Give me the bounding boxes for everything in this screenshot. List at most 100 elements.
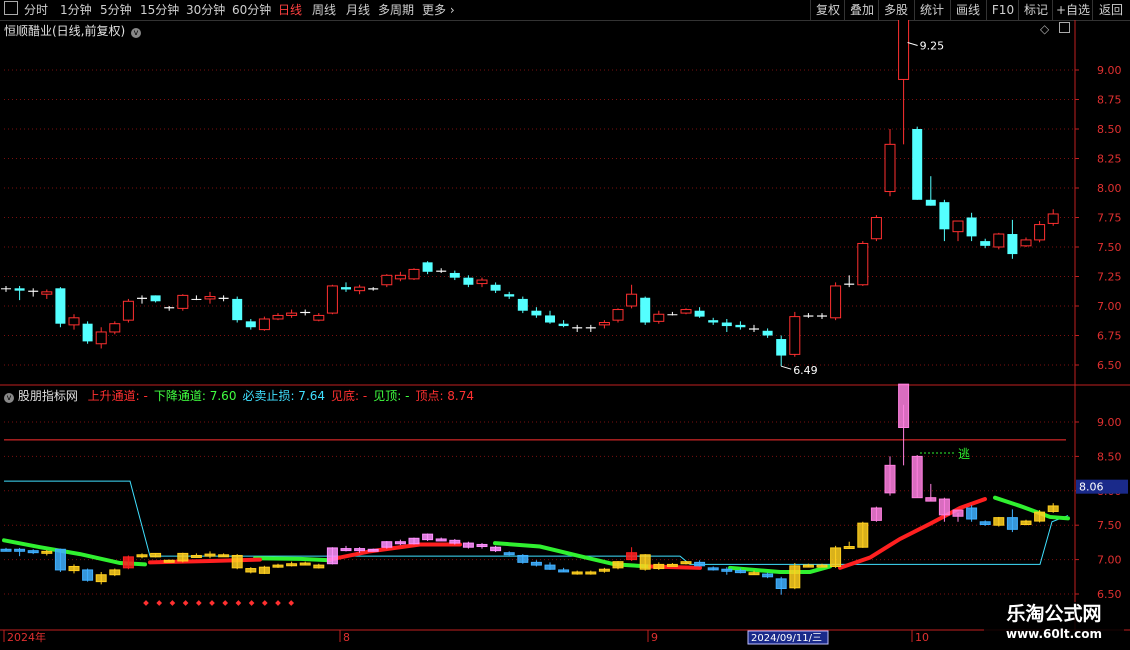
diamond-icon[interactable]: ◇ [1040, 22, 1049, 36]
indicator-candle-body [163, 559, 175, 563]
candle-body [817, 315, 827, 317]
candle-body [122, 300, 134, 321]
candle [41, 289, 53, 299]
indicator-candle-body [789, 565, 801, 589]
candle [95, 327, 107, 349]
indicator-candle-body [41, 550, 53, 554]
indicator-candle-body [843, 546, 855, 550]
candle [232, 296, 243, 323]
indicator-candle-body [517, 554, 529, 563]
indicator-candle [517, 554, 529, 564]
indicator-candle-body [394, 541, 406, 545]
restore-rights-button[interactable]: 复权 [810, 0, 845, 20]
candle [381, 274, 393, 288]
candle [1034, 221, 1046, 243]
period-1min[interactable]: 1分钟 [60, 2, 92, 18]
indicator-name: 股朋指标网 [17, 389, 78, 403]
indicator-candle-body [898, 383, 910, 429]
candle-body [980, 241, 991, 246]
indicator-candle [1047, 503, 1059, 513]
candle [653, 310, 665, 324]
main-panel-title: 恒顺醋业(日线,前复权) v [4, 22, 142, 39]
candle-body [898, 20, 910, 80]
indicator-candle-body [775, 578, 787, 589]
period-30min[interactable]: 30分钟 [186, 2, 225, 18]
candle [721, 318, 732, 332]
indicator-candle-body [136, 554, 148, 558]
candle-body [667, 314, 678, 316]
signal-dot [248, 600, 255, 606]
candle-body [68, 317, 80, 326]
indicator-candle-body [666, 563, 678, 567]
candle-body [341, 287, 351, 290]
indicator-candle-body [313, 564, 325, 569]
indicator-item: 顶点: 8.74 [415, 389, 475, 403]
chart-area[interactable]: 9.25 6.49 9.00 8.75 8.50 8.25 8.00 7.75 7.50 7.2… [0, 20, 1130, 650]
candle [122, 298, 134, 323]
indicator-candle [462, 541, 474, 549]
candle [803, 313, 814, 318]
chevron-down-icon[interactable]: v [131, 28, 142, 38]
indicator-candle-body [14, 548, 26, 552]
candle-body [857, 242, 869, 286]
candle [463, 275, 474, 288]
bookmark-button[interactable]: 标记 [1018, 0, 1053, 20]
indicator-axis-label: 6.50 [1097, 588, 1122, 601]
indicator-candle-body [177, 552, 189, 562]
candle [870, 215, 882, 242]
candle-body [517, 298, 528, 311]
period-weekly[interactable]: 周线 [312, 2, 336, 18]
indicator-candle [884, 456, 896, 496]
period-15min[interactable]: 15分钟 [140, 2, 179, 18]
indicator-candle-body [381, 541, 393, 548]
indicator-candle-body [612, 561, 624, 569]
candle-body [313, 314, 325, 321]
back-button[interactable]: 返回 [1092, 0, 1129, 20]
period-intraday[interactable]: 分时 [24, 2, 48, 18]
candle [68, 314, 80, 330]
statistics-button[interactable]: 统计 [914, 0, 949, 20]
indicator-candle [1006, 509, 1018, 533]
indicator-candle [258, 565, 270, 575]
indicator-axis-label: 7.50 [1097, 519, 1122, 532]
f10-button[interactable]: F10 [986, 0, 1019, 20]
add-watchlist-button[interactable]: +自选 [1052, 0, 1093, 20]
time-label: 10 [915, 631, 929, 644]
candle-body [204, 296, 216, 300]
period-60min[interactable]: 60分钟 [232, 2, 271, 18]
period-monthly[interactable]: 月线 [346, 2, 370, 18]
candle [476, 277, 488, 288]
chevron-down-icon[interactable]: v [4, 393, 14, 403]
indicator-candle-body [734, 570, 746, 574]
indicator-candle [367, 548, 379, 552]
indicator-candle-body [449, 539, 461, 544]
draw-line-button[interactable]: 画线 [950, 0, 985, 20]
indicator-candle-body [558, 569, 570, 573]
candle [300, 309, 311, 316]
candle-body [326, 285, 338, 314]
multi-stock-button[interactable]: 多股 [878, 0, 913, 20]
candle-body [504, 294, 515, 297]
candle [939, 199, 950, 242]
candle-body [612, 309, 624, 321]
period-multi[interactable]: 多周期 [378, 2, 414, 18]
candle [952, 220, 964, 242]
overlay-button[interactable]: 叠加 [844, 0, 879, 20]
indicator-candle [680, 560, 692, 565]
indicator-candle-body [680, 561, 692, 565]
candle [857, 241, 869, 286]
period-5min[interactable]: 5分钟 [100, 2, 132, 18]
candle-body [749, 328, 759, 330]
indicator-candle [694, 560, 706, 567]
indicator-candle-body [884, 464, 896, 494]
window-menu-icon[interactable] [4, 1, 18, 15]
period-daily[interactable]: 日线 [278, 2, 302, 18]
period-more[interactable]: 更多 › [422, 2, 455, 18]
maximize-icon[interactable] [1059, 22, 1071, 33]
indicator-candle-body [27, 550, 39, 554]
candle-body [884, 143, 896, 193]
indicator-candle [666, 563, 678, 567]
signal-dot [169, 600, 176, 606]
indicator-item: 下降通道: 7.60 [153, 389, 237, 403]
indicator-candle [762, 572, 774, 579]
